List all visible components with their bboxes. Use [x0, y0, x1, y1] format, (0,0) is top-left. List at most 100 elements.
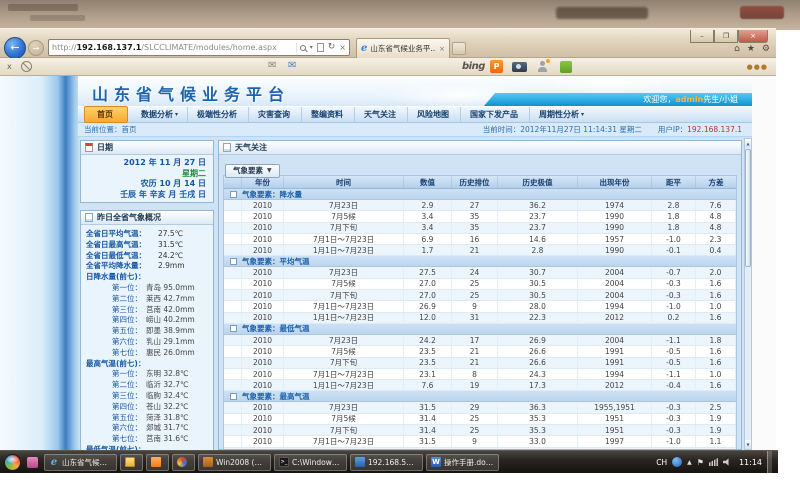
taskbar-window-button[interactable] — [172, 454, 195, 471]
start-button[interactable] — [4, 454, 21, 471]
table-row[interactable]: 20107月23日31.52936.31955,1951-0.32.5 — [224, 402, 736, 413]
taskbar-window-button[interactable]: Win2008 (VS2... — [198, 454, 271, 471]
breadcrumb: 当前位置：首页 — [84, 124, 137, 135]
rank-line: 第三位：莒南 42.0mm — [86, 305, 210, 316]
nav-item[interactable]: 灾害查询 — [249, 107, 302, 122]
group-checkbox[interactable] — [230, 258, 237, 265]
scroll-up-arrow[interactable]: ▲ — [745, 139, 751, 148]
rank-line: 第七位：惠民 26.0mm — [86, 348, 210, 359]
favorites-star-icon[interactable]: ★ — [747, 44, 755, 54]
table-row[interactable]: 20107月下旬27.02530.52004-0.31.6 — [224, 290, 736, 301]
scrollbar-thumb[interactable] — [745, 149, 751, 267]
forward-button[interactable]: → — [28, 40, 44, 56]
group-header-row[interactable]: 气象要素：最低气温 — [224, 324, 736, 335]
table-row[interactable]: 20107月23日2.92736.219742.87.6 — [224, 200, 736, 211]
table-row[interactable]: 20107月下旬23.52126.61991-0.51.6 — [224, 358, 736, 369]
address-bar[interactable]: http://192.168.137.1/SLCCLIMATE/modules/… — [48, 39, 350, 56]
table-row[interactable]: 20107月5候27.02530.52004-0.31.6 — [224, 279, 736, 290]
background-close-button-artifact — [740, 6, 784, 19]
nav-item[interactable]: 首页 — [84, 106, 128, 123]
table-row[interactable]: 20107月1日～7月23日6.91614.61957-1.02.3 — [224, 234, 736, 245]
close-button[interactable]: × — [738, 30, 768, 43]
network-icon[interactable] — [709, 458, 718, 466]
home-icon[interactable]: ⌂ — [734, 44, 740, 54]
vertical-scrollbar[interactable]: ▲ ▼ — [744, 138, 752, 450]
background-window-artifact — [30, 15, 85, 21]
refresh-icon[interactable]: ↻ — [328, 43, 336, 52]
report-icon — [85, 213, 93, 222]
group-header-row[interactable]: 气象要素：平均气温 — [224, 256, 736, 267]
group-header-row[interactable]: 气象要素：降水量 — [224, 189, 736, 200]
nav-item[interactable]: 风险地图 — [408, 107, 461, 122]
tray-expand-arrow[interactable]: ▲ — [687, 459, 692, 466]
language-indicator[interactable]: CH — [656, 458, 667, 467]
table-row[interactable]: 20107月1日～7月23日26.9928.01994-1.01.0 — [224, 301, 736, 312]
table-row[interactable]: 20107月5候31.42535.31951-0.31.9 — [224, 414, 736, 425]
close-sidebar-icon[interactable]: x — [7, 62, 12, 71]
group-checkbox[interactable] — [230, 325, 237, 332]
more-options-dots[interactable]: ●●● — [747, 63, 768, 71]
camera-icon[interactable] — [512, 62, 527, 72]
mail-icon[interactable]: ✉ — [268, 60, 276, 71]
taskbar-window-button[interactable] — [146, 454, 169, 471]
tab-close-icon[interactable]: × — [439, 45, 445, 53]
taskbar-clock[interactable]: 11:14 — [739, 458, 762, 467]
desktop-background — [0, 0, 800, 30]
table-row[interactable]: 20107月23日27.52430.72004-0.72.0 — [224, 267, 736, 278]
nav-item[interactable]: 整编资料 — [302, 107, 355, 122]
nav-item[interactable]: 国家下发产品 — [461, 107, 530, 122]
calendar-ganzhi: 壬辰 年 辛亥 月 壬戌 日 — [83, 190, 206, 201]
mail-open-icon[interactable]: ✉ — [288, 60, 296, 71]
taskbar-window-button[interactable]: >_ C:\Windows\sy... — [274, 454, 347, 471]
settings-gear-icon[interactable]: ⚙ — [762, 44, 770, 54]
action-center-flag-icon[interactable]: ⚑ — [697, 458, 704, 467]
system-tray: CH ▲ ⚑ 11:14 — [656, 451, 778, 473]
nav-item[interactable]: 数据分析▾ — [132, 107, 188, 122]
table-row[interactable]: 20107月下旬31.42535.31951-0.31.9 — [224, 425, 736, 436]
stop-icon[interactable]: × — [339, 43, 346, 52]
table-row[interactable]: 20107月下旬3.43523.719901.84.8 — [224, 223, 736, 234]
taskbar-window-button[interactable]: 192.168.59.99... — [350, 454, 423, 471]
group-header-row[interactable]: 气象要素：最高气温 — [224, 391, 736, 402]
report-summary-line: 全省日最高气温：31.5℃ — [86, 240, 210, 251]
taskbar-app-icon — [355, 457, 365, 467]
taskbar-window-button[interactable]: W 操作手册.docx ... — [426, 454, 499, 471]
table-row[interactable]: 20107月1日～7月23日31.5933.01997-1.01.1 — [224, 436, 736, 447]
compatibility-view-icon[interactable] — [317, 43, 324, 52]
addon-puzzle-icon[interactable] — [560, 61, 572, 73]
scroll-down-arrow[interactable]: ▼ — [745, 440, 751, 449]
background-window-artifact — [8, 4, 78, 11]
show-desktop-button[interactable] — [767, 451, 772, 474]
search-icon[interactable] — [300, 45, 306, 51]
nav-item[interactable]: 天气关注 — [355, 107, 408, 122]
blocked-icon[interactable] — [21, 61, 32, 72]
report-summary-line: 全省平均降水量：2.9mm — [86, 261, 210, 272]
table-row[interactable]: 20101月1日～7月23日1.7212.81990-0.10.4 — [224, 245, 736, 256]
taskbar-window-button[interactable] — [120, 454, 143, 471]
yesterday-report-panel: 昨日全省气象概况 全省日平均气温：27.5℃ 全省日最高气温：31.5℃ — [80, 210, 214, 450]
nav-item[interactable]: 极端性分析 — [188, 107, 249, 122]
table-row[interactable]: 20107月5候23.52126.61991-0.51.6 — [224, 346, 736, 357]
table-row[interactable]: 20101月1日～7月23日7.61917.32012-0.41.6 — [224, 380, 736, 391]
table-row[interactable]: 20101月1日～7月23日12.03122.320120.21.6 — [224, 313, 736, 324]
taskbar-window-button[interactable]: e 山东省气候业... — [44, 454, 117, 471]
minimize-button[interactable]: – — [690, 30, 714, 43]
maximize-button[interactable]: ❐ — [714, 30, 738, 43]
pinned-app-icon[interactable] — [27, 457, 38, 468]
new-tab-button[interactable] — [452, 42, 466, 55]
tray-app-icon[interactable] — [672, 457, 682, 467]
back-button[interactable]: ← — [4, 37, 26, 59]
search-provider-icon[interactable]: P — [490, 60, 503, 73]
browser-tab[interactable]: e 山东省气候业务平... × — [356, 38, 450, 58]
chevron-down-icon[interactable]: ▾ — [310, 44, 313, 51]
table-row[interactable]: 20107月1日～7月23日23.1824.31994-1.11.0 — [224, 369, 736, 380]
group-checkbox[interactable] — [230, 191, 237, 198]
table-row[interactable]: 20107月5候3.43523.719901.84.8 — [224, 211, 736, 222]
group-checkbox[interactable] — [230, 393, 237, 400]
rank-line: 第三位：临朐 32.4℃ — [86, 391, 210, 402]
speaker-icon[interactable] — [723, 458, 731, 466]
taskbar: e 山东省气候业... — [0, 450, 778, 473]
url-text: http://192.168.137.1/SLCCLIMATE/modules/… — [52, 43, 296, 52]
table-row[interactable]: 20107月23日24.21726.92004-1.11.8 — [224, 335, 736, 346]
nav-item[interactable]: 周期性分析▾ — [530, 107, 593, 122]
